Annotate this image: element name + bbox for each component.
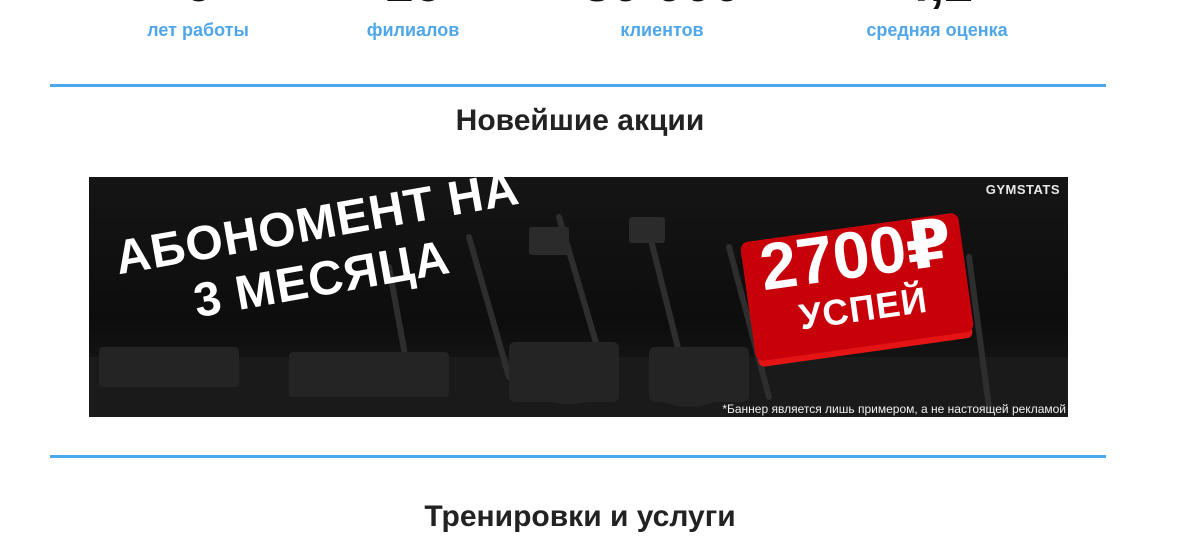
banner-disclaimer: *Баннер является лишь примером, а не нас… <box>722 402 1066 416</box>
stat-value: 16 <box>384 0 442 12</box>
stats-row: 6 лет работы 16 филиалов 30 000 клиентов… <box>0 0 1201 60</box>
section-divider <box>50 455 1106 458</box>
promotions-title: Новейшие акции <box>455 104 705 137</box>
stat-label: клиентов <box>620 20 704 40</box>
stat-label: средняя оценка <box>866 20 1008 40</box>
section-divider <box>50 84 1106 87</box>
stat-value: 30 000 <box>582 0 741 12</box>
banner-brand: GYMSTATS <box>985 182 1060 197</box>
stat-label: филиалов <box>366 20 460 40</box>
services-title: Тренировки и услуги <box>424 500 736 533</box>
stat-value: 6 <box>184 0 213 12</box>
stat-label: лет работы <box>147 20 249 40</box>
promo-banner[interactable]: GYMSTATS АБОНОМЕНТ НА 3 МЕСЯЦА 2700₽ УСП… <box>89 177 1068 417</box>
stat-value: 4,2 <box>901 0 973 12</box>
